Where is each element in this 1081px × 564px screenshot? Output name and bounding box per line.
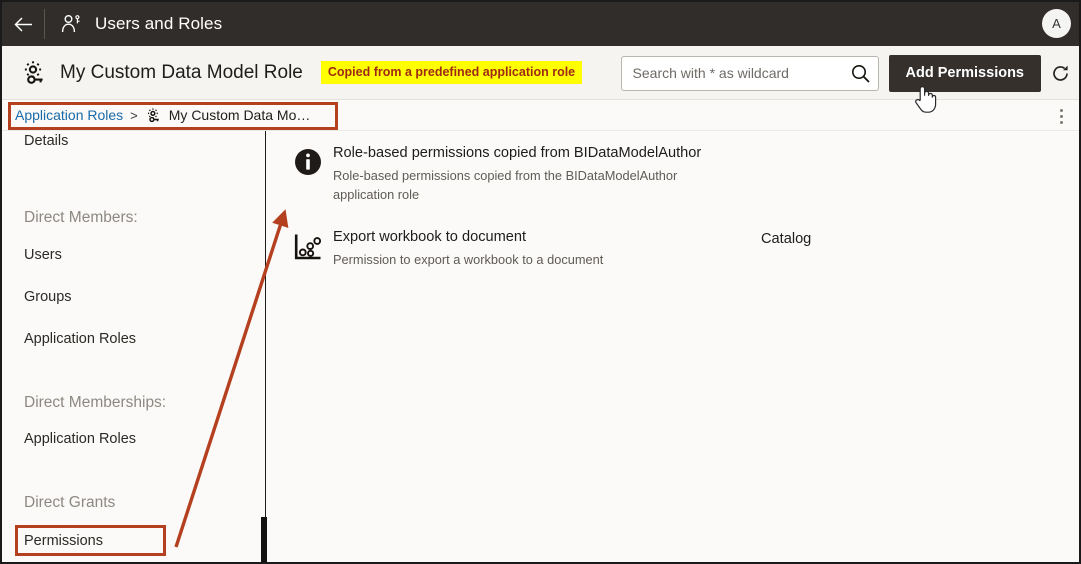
copied-from-badge: Copied from a predefined application rol… xyxy=(320,60,583,85)
scatter-plot-icon xyxy=(291,228,325,262)
permission-row-export-workbook[interactable]: Export workbook to document Permission t… xyxy=(267,204,1079,269)
avatar-initial: A xyxy=(1052,16,1061,31)
page-title: My Custom Data Model Role xyxy=(60,61,303,83)
sidebar-item-details[interactable]: Details xyxy=(2,131,68,151)
kebab-dot xyxy=(1059,120,1063,124)
search-box[interactable] xyxy=(620,55,879,91)
role-gear-icon xyxy=(147,107,159,122)
permissions-list: Role-based permissions copied from BIDat… xyxy=(267,131,1079,562)
app-title: Users and Roles xyxy=(95,14,223,33)
sidebar-group-direct-grants: Direct Grants xyxy=(24,494,116,511)
kebab-dot xyxy=(1059,108,1063,112)
info-icon xyxy=(291,144,325,176)
back-button[interactable] xyxy=(2,2,44,46)
breadcrumb-current-label: My Custom Data Mo… xyxy=(168,107,311,123)
role-gear-icon xyxy=(20,59,48,87)
sidebar-item-member-application-roles[interactable]: Application Roles xyxy=(2,329,136,349)
users-roles-icon xyxy=(61,15,80,33)
header-actions: Add Permissions xyxy=(620,46,1079,100)
sidebar-item-groups[interactable]: Groups xyxy=(2,287,72,307)
kebab-dot xyxy=(1059,114,1063,118)
refresh-button[interactable] xyxy=(1041,46,1079,100)
permission-title: Role-based permissions copied from BIDat… xyxy=(333,145,702,161)
sidebar-item-permissions[interactable]: Permissions xyxy=(2,531,103,551)
permission-title: Export workbook to document xyxy=(333,229,527,246)
search-icon[interactable] xyxy=(851,64,870,83)
page-header: My Custom Data Model Role Copied from a … xyxy=(2,46,1079,100)
more-vertical-icon[interactable] xyxy=(1050,104,1072,128)
sidebar-item-users[interactable]: Users xyxy=(2,245,62,265)
topbar-divider xyxy=(44,9,45,39)
refresh-icon xyxy=(1052,65,1068,81)
sidebar-group-direct-memberships: Direct Memberships: xyxy=(24,394,167,411)
users-and-roles-screen: Users and Roles A My Custom Data Model R… xyxy=(0,0,1081,564)
sidebar: Details Direct Members: Users Groups App… xyxy=(2,131,267,562)
top-app-bar: Users and Roles A xyxy=(2,2,1079,46)
permission-subtitle: Permission to export a workbook to a doc… xyxy=(333,251,604,267)
permission-row-copied-note[interactable]: Role-based permissions copied from BIDat… xyxy=(267,131,1079,204)
permission-subtitle: Role-based permissions copied from the B… xyxy=(333,167,678,202)
sidebar-group-direct-members: Direct Members: xyxy=(24,209,138,226)
arrow-left-icon xyxy=(13,16,32,32)
breadcrumb-link-application-roles[interactable]: Application Roles xyxy=(15,107,123,123)
breadcrumb-current: My Custom Data Mo… xyxy=(145,107,311,124)
breadcrumb: Application Roles > My Custom Data Mo… xyxy=(2,100,1079,131)
permission-scope: Catalog xyxy=(761,231,812,248)
sidebar-item-membership-application-roles[interactable]: Application Roles xyxy=(2,429,136,449)
avatar[interactable]: A xyxy=(1042,9,1071,38)
add-permissions-button[interactable]: Add Permissions xyxy=(888,54,1041,92)
search-input[interactable] xyxy=(632,65,851,81)
breadcrumb-separator: > xyxy=(130,107,138,123)
